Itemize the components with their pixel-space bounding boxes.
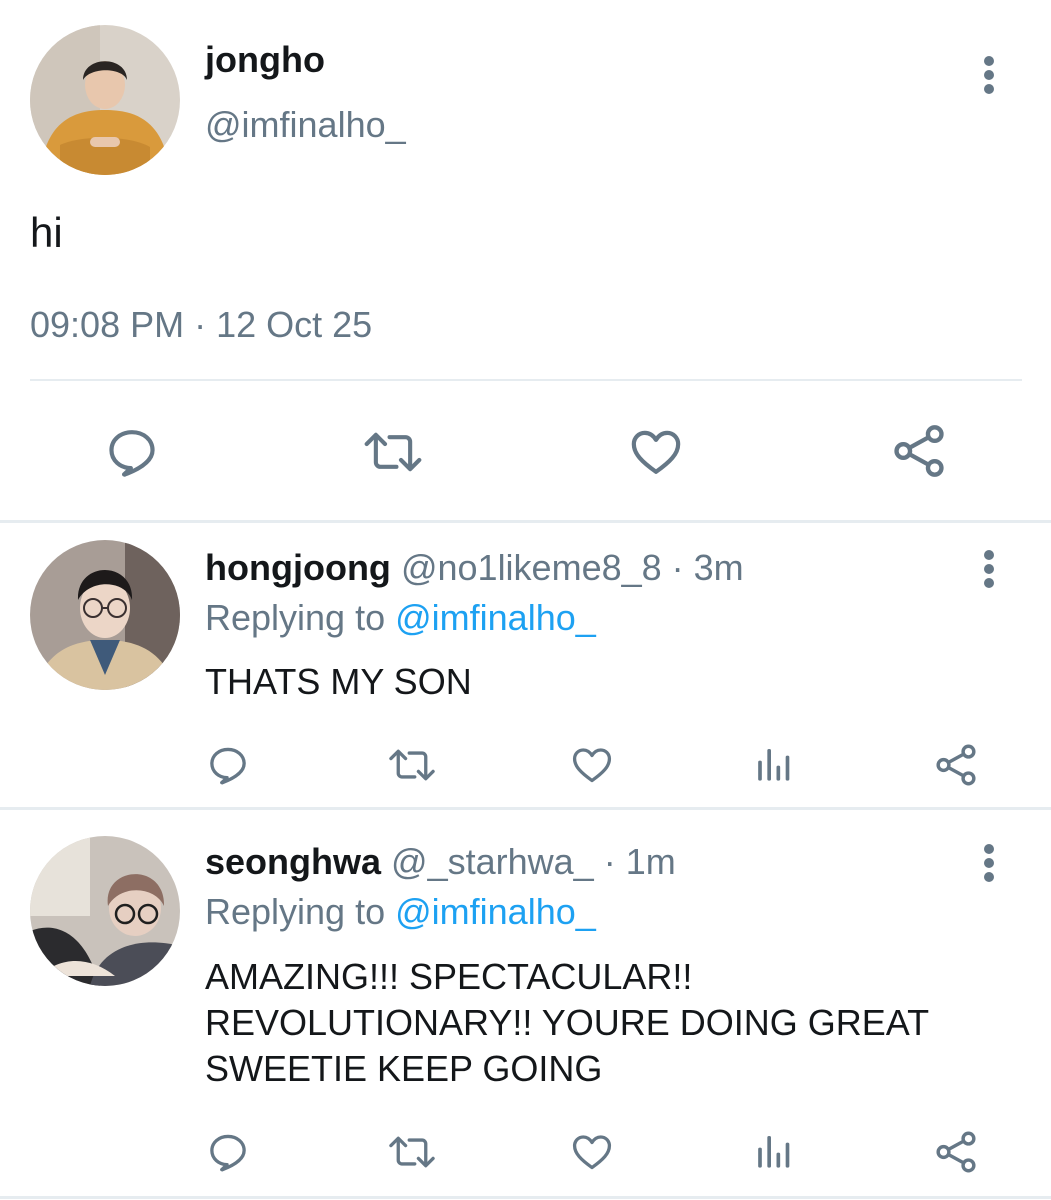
like-icon[interactable]: [569, 743, 615, 787]
tweet-timestamp[interactable]: 09:08 PM · 12 Oct 25: [30, 302, 372, 348]
retweet-icon[interactable]: [386, 743, 438, 787]
replying-to: Replying to @imfinalho_: [205, 890, 596, 934]
replying-to-label: Replying to: [205, 597, 386, 638]
more-options-icon[interactable]: [980, 52, 1000, 96]
reply-text: THATS MY SON: [205, 659, 1005, 705]
reply-time: · 3m: [671, 547, 744, 588]
reply-time: · 1m: [603, 841, 676, 882]
reply-author-handle[interactable]: @_starhwa_: [391, 841, 594, 882]
author-name[interactable]: jongho: [205, 38, 325, 82]
reply-author-handle[interactable]: @no1likeme8_8: [401, 547, 662, 588]
reply-icon[interactable]: [104, 424, 160, 480]
reply-avatar[interactable]: [30, 540, 180, 690]
share-icon[interactable]: [933, 742, 979, 788]
share-icon[interactable]: [890, 422, 948, 480]
replying-to-label: Replying to: [205, 891, 386, 932]
reply-text: AMAZING!!! SPECTACULAR!! REVOLUTIONARY!!…: [205, 954, 1005, 1092]
reply-author-name[interactable]: hongjoong: [205, 547, 391, 588]
replying-to: Replying to @imfinalho_: [205, 596, 596, 640]
reply-text-line: THATS MY SON: [205, 661, 472, 702]
more-options-icon[interactable]: [980, 546, 1000, 590]
like-icon[interactable]: [628, 424, 684, 480]
author-handle[interactable]: @imfinalho_: [205, 103, 406, 147]
reply-text-line: SWEETIE KEEP GOING: [205, 1048, 603, 1089]
more-options-icon[interactable]: [980, 840, 1000, 884]
reply-icon[interactable]: [206, 1130, 250, 1174]
retweet-icon[interactable]: [361, 424, 425, 480]
analytics-icon[interactable]: [754, 1131, 794, 1171]
tweet-text: hi: [30, 209, 63, 256]
reply-icon[interactable]: [206, 743, 250, 787]
author-avatar[interactable]: [30, 25, 180, 175]
like-icon[interactable]: [569, 1130, 615, 1174]
reply-text-line: REVOLUTIONARY!! YOURE DOING GREAT: [205, 1002, 930, 1043]
reply-avatar[interactable]: [30, 836, 180, 986]
share-icon[interactable]: [933, 1129, 979, 1175]
reply-text-line: AMAZING!!! SPECTACULAR!!: [205, 956, 693, 997]
reply-header: seonghwa @_starhwa_ · 1m: [205, 840, 676, 884]
section-separator: [0, 807, 1051, 810]
divider: [30, 379, 1022, 381]
reply-header: hongjoong @no1likeme8_8 · 3m: [205, 546, 744, 590]
replying-to-mention[interactable]: @imfinalho_: [395, 597, 596, 638]
retweet-icon[interactable]: [386, 1130, 438, 1174]
replying-to-mention[interactable]: @imfinalho_: [395, 891, 596, 932]
reply-author-name[interactable]: seonghwa: [205, 841, 381, 882]
section-separator: [0, 520, 1051, 523]
section-separator: [0, 1196, 1051, 1199]
analytics-icon[interactable]: [754, 744, 794, 784]
